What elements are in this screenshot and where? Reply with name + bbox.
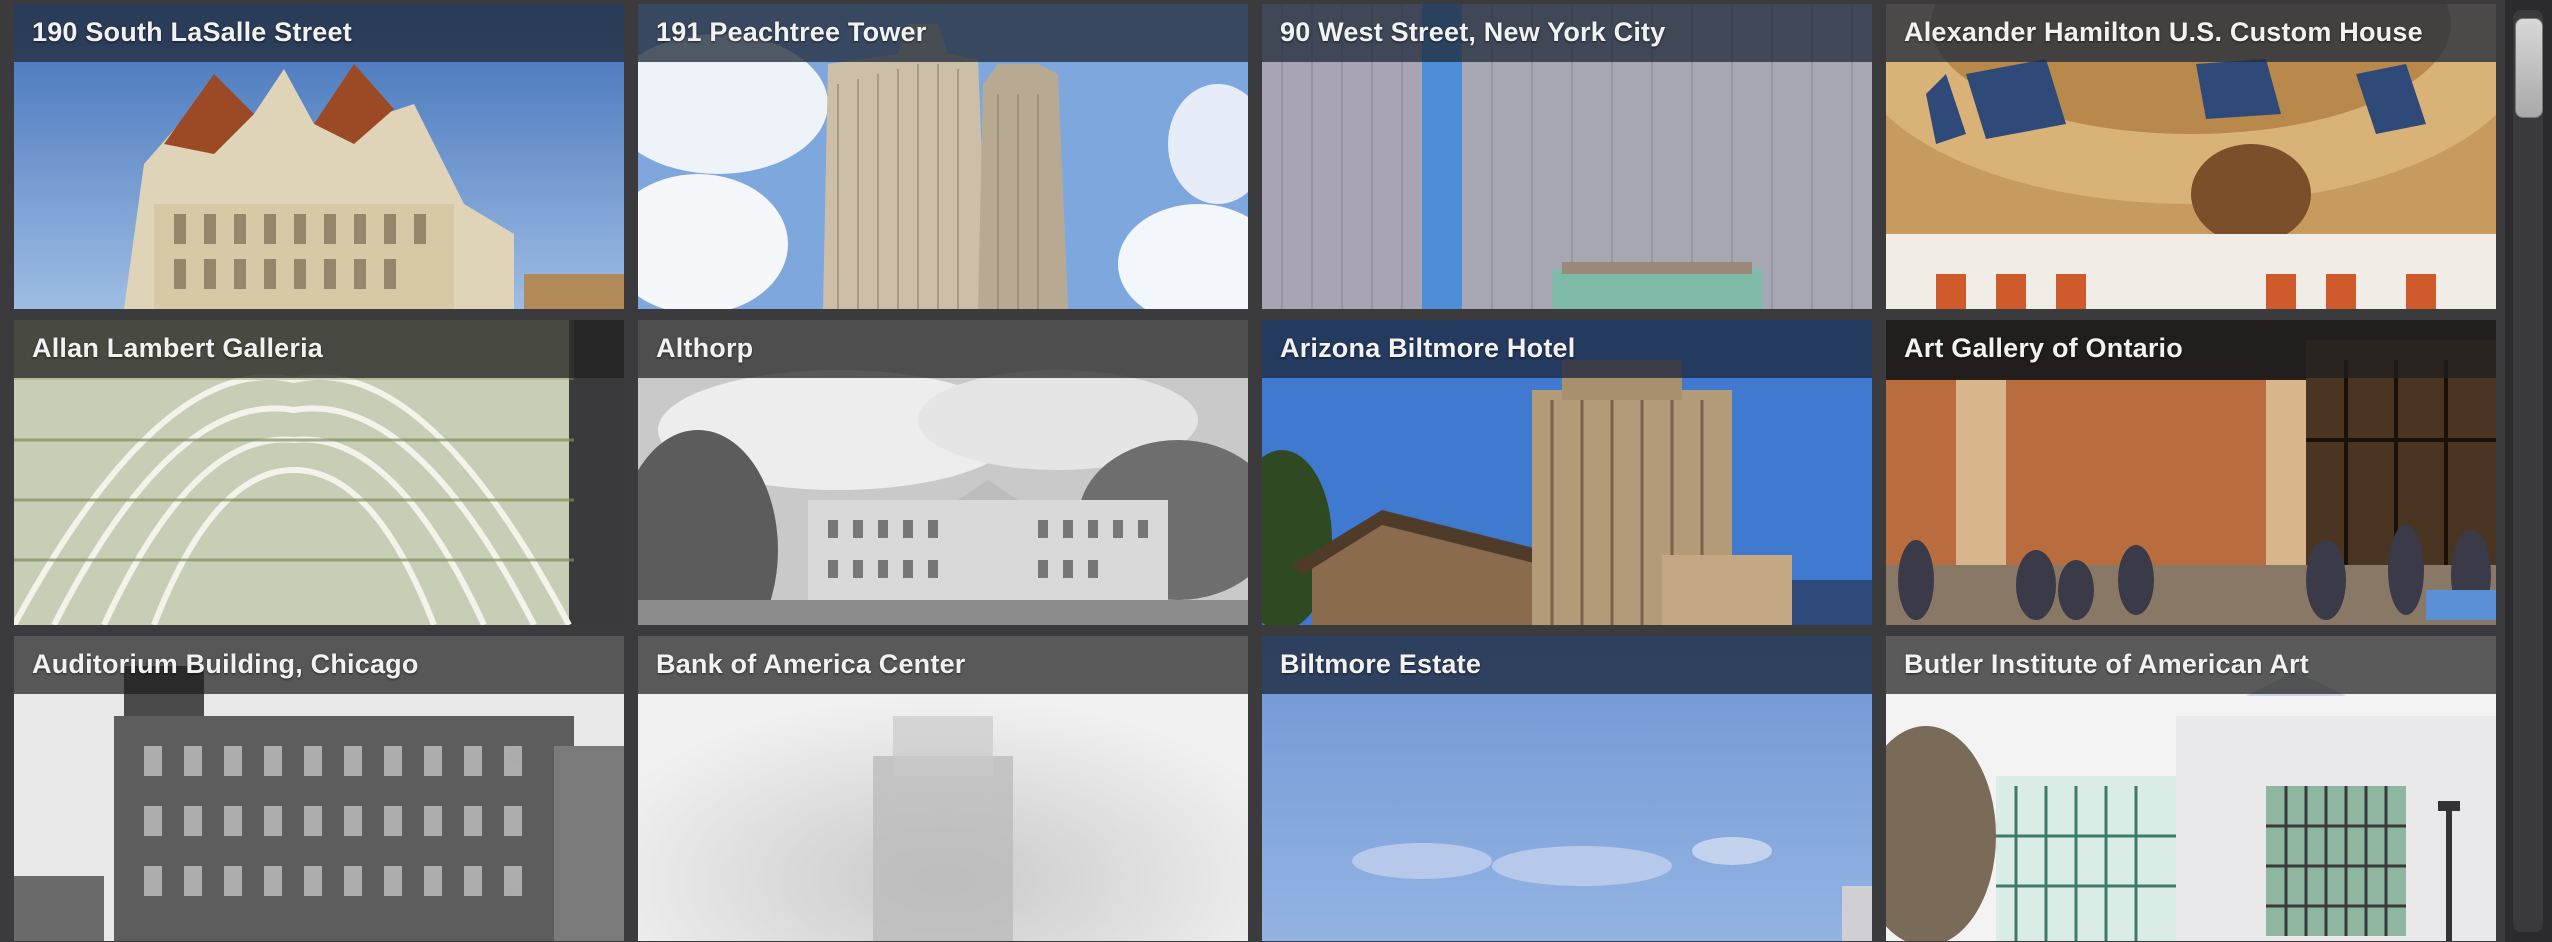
tile-title: Art Gallery of Ontario bbox=[1904, 333, 2183, 363]
gallery-tile-butler-institute[interactable]: Butler Institute of American Art bbox=[1886, 636, 2496, 941]
gallery-tile-alexander-hamilton[interactable]: Alexander Hamilton U.S. Custom House bbox=[1886, 4, 2496, 309]
tile-title: Althorp bbox=[656, 333, 754, 363]
tile-title: 191 Peachtree Tower bbox=[656, 17, 927, 47]
tile-title: Auditorium Building, Chicago bbox=[32, 649, 419, 679]
gallery-tile-auditorium-building[interactable]: Auditorium Building, Chicago bbox=[14, 636, 624, 941]
gallery-tile-althorp[interactable]: Althorp bbox=[638, 320, 1248, 625]
gallery-tile-arizona-biltmore[interactable]: Arizona Biltmore Hotel bbox=[1262, 320, 1872, 625]
tile-title-bar: Auditorium Building, Chicago bbox=[14, 636, 624, 694]
tile-title-bar: Althorp bbox=[638, 320, 1248, 378]
tile-title: Allan Lambert Galleria bbox=[32, 333, 323, 363]
tile-title-bar: 90 West Street, New York City bbox=[1262, 4, 1872, 62]
tile-title-bar: 190 South LaSalle Street bbox=[14, 4, 624, 62]
scrollbar-thumb[interactable] bbox=[2515, 18, 2543, 118]
gallery-tile-bank-of-america-center[interactable]: Bank of America Center bbox=[638, 636, 1248, 941]
tile-title: 90 West Street, New York City bbox=[1280, 17, 1666, 47]
scrollbar-track[interactable] bbox=[2513, 10, 2543, 932]
tile-title: Biltmore Estate bbox=[1280, 649, 1482, 679]
vertical-scrollbar[interactable] bbox=[2505, 0, 2552, 942]
tile-title-bar: Allan Lambert Galleria bbox=[14, 320, 624, 378]
gallery-tile-allan-lambert-galleria[interactable]: Allan Lambert Galleria bbox=[14, 320, 624, 625]
gallery-tile-90-west-street[interactable]: 90 West Street, New York City bbox=[1262, 4, 1872, 309]
tile-title: Bank of America Center bbox=[656, 649, 966, 679]
tile-title-bar: Butler Institute of American Art bbox=[1886, 636, 2496, 694]
tile-title: Butler Institute of American Art bbox=[1904, 649, 2309, 679]
gallery-tile-190-south-lasalle[interactable]: 190 South LaSalle Street bbox=[14, 4, 624, 309]
tile-title-bar: Arizona Biltmore Hotel bbox=[1262, 320, 1872, 378]
tile-title: Alexander Hamilton U.S. Custom House bbox=[1904, 17, 2423, 47]
tile-title-bar: Alexander Hamilton U.S. Custom House bbox=[1886, 4, 2496, 62]
tile-title: 190 South LaSalle Street bbox=[32, 17, 352, 47]
tile-title-bar: Bank of America Center bbox=[638, 636, 1248, 694]
architecture-gallery: 190 South LaSalle Street 191 Peachtree T… bbox=[0, 0, 2552, 942]
gallery-tile-biltmore-estate[interactable]: Biltmore Estate bbox=[1262, 636, 1872, 941]
gallery-tile-art-gallery-ontario[interactable]: Art Gallery of Ontario bbox=[1886, 320, 2496, 625]
tile-title-bar: 191 Peachtree Tower bbox=[638, 4, 1248, 62]
tile-title: Arizona Biltmore Hotel bbox=[1280, 333, 1576, 363]
gallery-tile-191-peachtree[interactable]: 191 Peachtree Tower bbox=[638, 4, 1248, 309]
tile-title-bar: Art Gallery of Ontario bbox=[1886, 320, 2496, 378]
tile-title-bar: Biltmore Estate bbox=[1262, 636, 1872, 694]
